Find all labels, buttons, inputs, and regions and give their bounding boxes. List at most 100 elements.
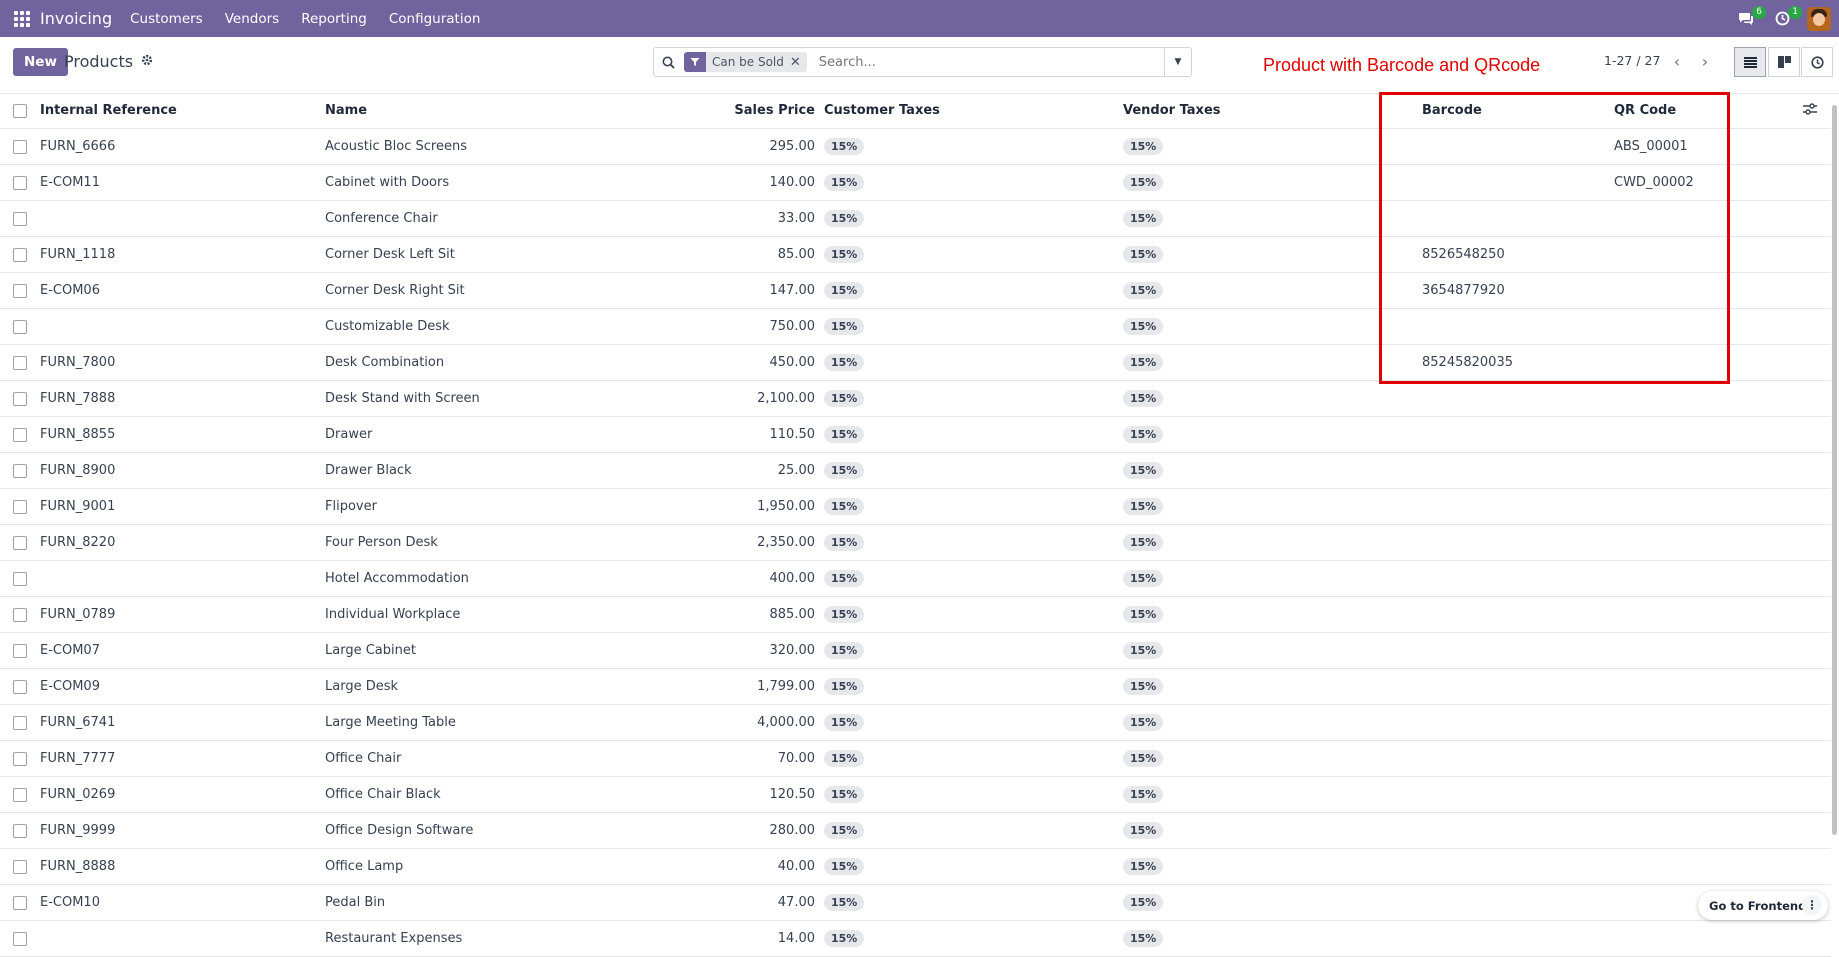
table-row[interactable]: FURN_7888 Desk Stand with Screen 2,100.00 1… [0,381,1831,417]
table-row[interactable]: E-COM06 Corner Desk Right Sit 147.00 15% 15%… [0,273,1831,309]
more-options-icon[interactable]: ⋮ [1802,895,1822,915]
table-row[interactable]: E-COM11 Cabinet with Doors 140.00 15% 15% CWD… [0,165,1831,201]
new-button[interactable]: New [13,48,68,76]
menu-reporting[interactable]: Reporting [301,11,367,27]
row-checkbox[interactable] [13,921,27,956]
table-row[interactable]: FURN_7800 Desk Combination 450.00 15% 15% 852… [0,345,1831,381]
table-row[interactable]: FURN_8888 Office Lamp 40.00 15% 15% [0,849,1831,885]
cell-name: Office Chair Black [325,787,441,802]
tax-badge: 15% [1123,210,1164,227]
pager-next-icon[interactable]: › [1693,49,1717,73]
apps-menu-icon[interactable] [14,10,30,27]
row-checkbox[interactable] [13,165,27,200]
header-customer-taxes[interactable]: Customer Taxes [824,93,940,128]
row-checkbox[interactable] [13,489,27,524]
header-name[interactable]: Name [325,93,367,128]
cell-vendor-taxes: 15% [1123,741,1164,776]
activity-view-icon[interactable] [1801,47,1833,77]
table-row[interactable]: E-COM09 Large Desk 1,799.00 15% 15% [0,669,1831,705]
row-checkbox[interactable] [13,813,27,848]
row-checkbox[interactable] [13,237,27,272]
table-row[interactable]: FURN_7777 Office Chair 70.00 15% 15% [0,741,1831,777]
search-icon[interactable] [654,56,682,69]
table-row[interactable]: FURN_8220 Four Person Desk 2,350.00 15% 15% [0,525,1831,561]
cell-customer-taxes: 15% [824,129,865,164]
row-checkbox[interactable] [13,741,27,776]
list-view-icon[interactable] [1734,47,1766,77]
tax-badge: 15% [1123,750,1164,767]
header-internal-reference[interactable]: Internal Reference [40,93,177,128]
row-checkbox[interactable] [13,633,27,668]
table-row[interactable]: FURN_8900 Drawer Black 25.00 15% 15% [0,453,1831,489]
row-checkbox[interactable] [13,309,27,344]
search-options-toggle[interactable]: ▼ [1164,48,1191,76]
cell-sales-price: 25.00 [777,463,815,478]
chat-icon[interactable]: 6 [1735,5,1766,30]
cell-name: Flipover [325,499,377,514]
row-checkbox[interactable] [13,705,27,740]
go-to-frontend-button[interactable]: Go to Frontend [1709,899,1806,913]
table-row[interactable]: Conference Chair 33.00 15% 15% [0,201,1831,237]
cell-name: Office Chair [325,751,402,766]
tax-badge: 15% [1123,822,1164,839]
table-row[interactable]: E-COM10 Pedal Bin 47.00 15% 15% [0,885,1831,921]
cell-name: Pedal Bin [325,895,386,910]
table-row[interactable]: FURN_1118 Corner Desk Left Sit 85.00 15% 15%… [0,237,1831,273]
search-input[interactable] [816,53,1164,71]
row-checkbox[interactable] [13,885,27,920]
row-checkbox[interactable] [13,273,27,308]
row-checkbox[interactable] [13,453,27,488]
cell-vendor-taxes: 15% [1123,237,1164,272]
row-checkbox[interactable] [13,201,27,236]
select-all-checkbox[interactable] [13,93,27,128]
row-checkbox[interactable] [13,849,27,884]
menu-customers[interactable]: Customers [130,11,203,27]
row-checkbox[interactable] [13,345,27,380]
table-row[interactable]: FURN_0269 Office Chair Black 120.50 15% 15% [0,777,1831,813]
tax-badge: 15% [1123,390,1164,407]
cell-customer-taxes: 15% [824,201,865,236]
kanban-view-icon[interactable] [1768,47,1800,77]
tax-badge: 15% [824,678,865,695]
row-checkbox[interactable] [13,777,27,812]
pager-previous-icon[interactable]: ‹ [1665,49,1689,73]
header-sales-price[interactable]: Sales Price [734,93,815,128]
table-row[interactable]: Restaurant Expenses 14.00 15% 15% [0,921,1831,957]
row-checkbox[interactable] [13,129,27,164]
header-qr-code[interactable]: QR Code [1614,93,1676,128]
cell-customer-taxes: 15% [824,525,865,560]
table-row[interactable]: FURN_6666 Acoustic Bloc Screens 295.00 15% 1… [0,129,1831,165]
table-row[interactable]: FURN_8855 Drawer 110.50 15% 15% [0,417,1831,453]
table-row[interactable]: Hotel Accommodation 400.00 15% 15% [0,561,1831,597]
row-checkbox[interactable] [13,417,27,452]
pager-value[interactable]: 1-27 / 27 [1604,53,1660,68]
cell-customer-taxes: 15% [824,489,865,524]
table-row[interactable]: E-COM07 Large Cabinet 320.00 15% 15% [0,633,1831,669]
header-barcode[interactable]: Barcode [1422,93,1482,128]
optional-columns-icon[interactable] [1803,103,1817,119]
table-row[interactable]: FURN_9999 Office Design Software 280.00 15%… [0,813,1831,849]
header-vendor-taxes[interactable]: Vendor Taxes [1123,93,1221,128]
table-row[interactable]: FURN_0789 Individual Workplace 885.00 15% 15… [0,597,1831,633]
row-checkbox[interactable] [13,669,27,704]
menu-vendors[interactable]: Vendors [225,11,279,27]
avatar[interactable] [1807,6,1831,31]
tax-badge: 15% [1123,642,1164,659]
facet-remove-icon[interactable]: ✕ [790,55,807,70]
table-row[interactable]: FURN_6741 Large Meeting Table 4,000.00 15% 1… [0,705,1831,741]
cell-customer-taxes: 15% [824,345,865,380]
app-name[interactable]: Invoicing [40,9,112,28]
table-row[interactable]: Customizable Desk 750.00 15% 15% [0,309,1831,345]
row-checkbox[interactable] [13,597,27,632]
vertical-scrollbar[interactable] [1832,105,1837,835]
cell-vendor-taxes: 15% [1123,597,1164,632]
clock-icon[interactable]: 1 [1771,5,1802,30]
gear-icon[interactable] [141,54,153,70]
tax-badge: 15% [824,822,865,839]
row-checkbox[interactable] [13,561,27,596]
row-checkbox[interactable] [13,525,27,560]
menu-configuration[interactable]: Configuration [389,11,481,27]
row-checkbox[interactable] [13,381,27,416]
table-row[interactable]: FURN_9001 Flipover 1,950.00 15% 15% [0,489,1831,525]
cell-qr-code: CWD_00002 [1614,175,1694,190]
